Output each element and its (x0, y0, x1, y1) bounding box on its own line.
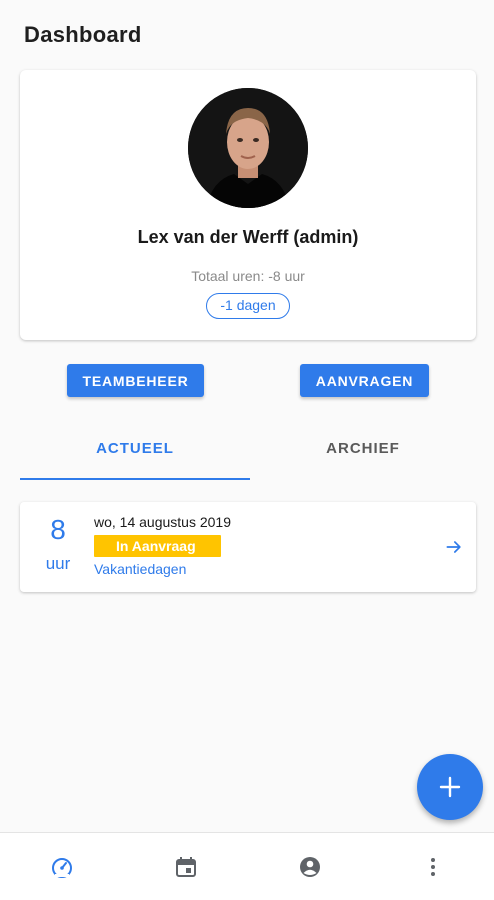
profile-card: Lex van der Werff (admin) Totaal uren: -… (20, 70, 476, 340)
requests-button[interactable]: AANVRAGEN (300, 364, 429, 397)
status-badge: In Aanvraag (94, 535, 221, 557)
bottom-navigation (0, 832, 494, 900)
more-vertical-icon[interactable] (421, 855, 445, 879)
tab-current[interactable]: ACTUEEL (20, 420, 250, 480)
team-management-button[interactable]: TEAMBEHEER (67, 364, 204, 397)
dashboard-screen: Dashboard Lex van der Werff (admin) Tota… (0, 0, 494, 900)
account-icon[interactable] (298, 855, 322, 879)
calendar-icon[interactable] (174, 855, 198, 879)
avatar[interactable] (188, 88, 308, 208)
add-button[interactable] (417, 754, 483, 820)
total-hours: Totaal uren: -8 uur (191, 268, 305, 284)
arrow-right-icon[interactable] (444, 537, 464, 557)
entry-type: Vakantiedagen (94, 561, 187, 577)
entry-date: wo, 14 augustus 2019 (94, 514, 231, 530)
dashboard-gauge-icon[interactable] (50, 855, 74, 879)
page-title: Dashboard (24, 22, 142, 47)
days-balance-chip: -1 dagen (206, 293, 290, 319)
user-name: Lex van der Werff (admin) (137, 227, 359, 247)
entry-hours: 8 (50, 514, 66, 545)
tab-archive[interactable]: ARCHIEF (248, 420, 478, 480)
tab-indicator (20, 478, 250, 480)
plus-icon (439, 776, 461, 798)
list-item[interactable]: 8 uur wo, 14 augustus 2019 In Aanvraag V… (20, 502, 476, 592)
entry-unit: uur (45, 554, 71, 573)
